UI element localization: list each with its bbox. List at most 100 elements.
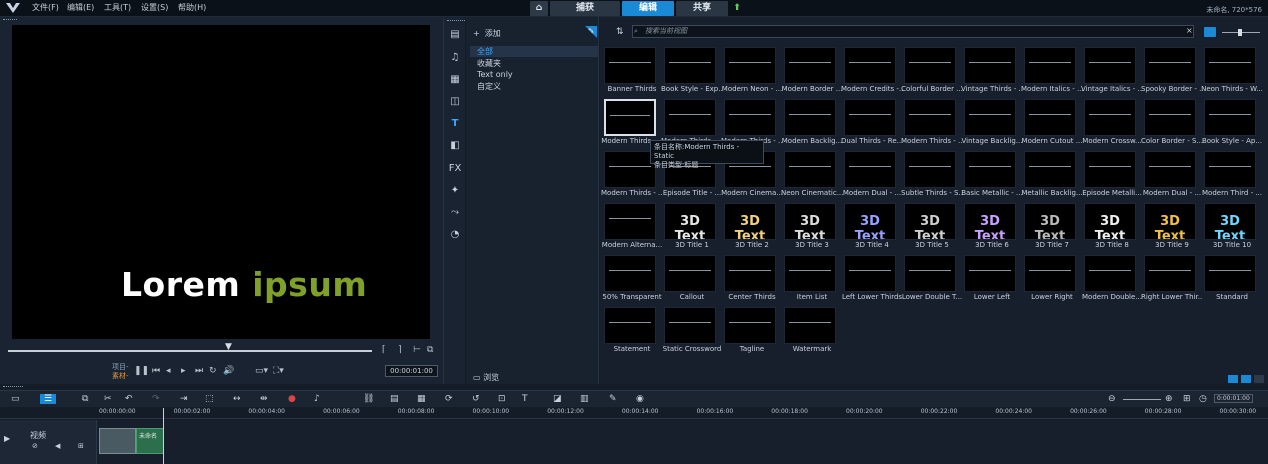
- title-thumbnail[interactable]: Lower Right: [1023, 255, 1079, 301]
- title-thumbnail[interactable]: Vintage Backlig...: [961, 99, 1023, 145]
- title-thumbnail[interactable]: Banner Thirds: [603, 47, 659, 93]
- tools-icon[interactable]: ✂: [104, 394, 112, 404]
- scrubber-handle[interactable]: ▼: [225, 343, 233, 352]
- title-thumbnail[interactable]: Modern Dual - ...: [1143, 151, 1201, 197]
- thumbnail-size-handle[interactable]: [1238, 29, 1242, 36]
- fit-timeline-icon[interactable]: ⊞: [1183, 394, 1191, 404]
- menu-tools[interactable]: 工具(T): [104, 2, 131, 13]
- title-thumbnail[interactable]: Right Lower Thir...: [1141, 255, 1203, 301]
- title-thumbnail[interactable]: 3D Text 3D Title 1: [663, 203, 719, 249]
- text-tool-icon[interactable]: T: [522, 394, 528, 404]
- zoom-in-icon[interactable]: ⊕: [1165, 394, 1173, 404]
- paint-icon[interactable]: ✎: [609, 394, 617, 404]
- panel-grip[interactable]: [3, 386, 23, 389]
- skip-end-icon[interactable]: ⏭: [195, 366, 203, 376]
- panel-grip[interactable]: [3, 19, 17, 22]
- category-item[interactable]: 自定义: [470, 81, 598, 92]
- tab-share[interactable]: 共享: [676, 1, 728, 16]
- title-thumbnail[interactable]: Episode Metalli...: [1082, 151, 1142, 197]
- undo-icon[interactable]: ↶: [125, 394, 133, 404]
- title-thumbnail[interactable]: Spooky Border - ...: [1141, 47, 1203, 93]
- category-item[interactable]: 收藏夹: [470, 58, 598, 69]
- title-thumbnail[interactable]: Center Thirds: [723, 255, 779, 301]
- motion-icon[interactable]: ⟳: [445, 394, 453, 404]
- audio-mixer-icon[interactable]: ♪: [314, 394, 320, 404]
- mute-icon[interactable]: ◀: [55, 442, 60, 450]
- mask-icon[interactable]: ◪: [553, 394, 562, 404]
- project-duration[interactable]: 0:00:01:00: [1214, 394, 1253, 403]
- title-thumbnail[interactable]: Neon Thirds - W...: [1201, 47, 1263, 93]
- zoom-out-icon[interactable]: ⊖: [1108, 394, 1116, 404]
- title-thumbnail[interactable]: Callout: [663, 255, 719, 301]
- title-thumbnail[interactable]: Left Lower Thirds: [842, 255, 902, 301]
- title-thumbnail[interactable]: Static Crossword: [663, 307, 721, 353]
- panel-grip[interactable]: [447, 20, 465, 23]
- title-thumbnail[interactable]: Modern Cutout ...: [1022, 99, 1082, 145]
- clear-search-icon[interactable]: ×: [1186, 26, 1193, 35]
- sort-icon[interactable]: ⇅: [616, 27, 624, 37]
- color-icon[interactable]: ▥: [580, 394, 589, 404]
- home-button[interactable]: ⌂: [530, 1, 548, 16]
- title-thumbnail[interactable]: Modern Credits -...: [841, 47, 903, 93]
- speed-icon[interactable]: ◔: [448, 228, 462, 242]
- audio-icon[interactable]: ♫: [448, 51, 462, 65]
- video-clip[interactable]: 未命名: [136, 428, 164, 454]
- tab-edit[interactable]: 编辑: [622, 1, 674, 16]
- title-thumbnail[interactable]: 3D Text 3D Title 4: [843, 203, 899, 249]
- title-thumbnail[interactable]: Modern Third - ...: [1202, 151, 1262, 197]
- video-track[interactable]: [97, 420, 1268, 464]
- volume-icon[interactable]: 🔊: [223, 366, 234, 376]
- title-thumbnail[interactable]: Vintage Italics - ...: [1081, 47, 1143, 93]
- menu-help[interactable]: 帮助(H): [178, 2, 206, 13]
- title-thumbnail[interactable]: Modern Alterna...: [602, 203, 662, 249]
- title-thumbnail[interactable]: Modern Backlig...: [782, 99, 842, 145]
- title-thumbnail[interactable]: Modern Thirds - ...: [661, 99, 723, 145]
- fx-filter-icon[interactable]: FX: [448, 162, 462, 176]
- ripple-icon[interactable]: ↔: [233, 394, 241, 404]
- title-thumbnail[interactable]: Book Style - Ap...: [1202, 99, 1262, 145]
- title-thumbnail[interactable]: Basic Metallic - ...: [961, 151, 1023, 197]
- title-thumbnail[interactable]: Modern Double...: [1082, 255, 1142, 301]
- title-thumbnail[interactable]: Standard: [1203, 255, 1259, 301]
- hd-preview-icon[interactable]: ▭▾: [255, 366, 268, 376]
- title-thumbnail[interactable]: Modern Thirds -...: [601, 99, 663, 145]
- title-thumbnail[interactable]: Lower Double T...: [902, 255, 962, 301]
- title-thumbnail[interactable]: Colorful Border ...: [901, 47, 963, 93]
- title-thumbnail[interactable]: Modern Thirds - ...: [901, 99, 963, 145]
- title-thumbnail[interactable]: 3D Text 3D Title 9: [1143, 203, 1199, 249]
- redo-icon[interactable]: ↷: [152, 394, 160, 404]
- split-icon[interactable]: ⊢: [413, 345, 421, 355]
- title-thumbnail[interactable]: Neon Cinematic...: [781, 151, 843, 197]
- title-thumbnail[interactable]: Vintage Thirds - ...: [961, 47, 1023, 93]
- transform-icon[interactable]: ⇹: [260, 394, 268, 404]
- pin-icon[interactable]: ✎: [585, 26, 597, 38]
- video-clip-thumbnail[interactable]: [99, 428, 136, 454]
- add-category-button[interactable]: + 添加: [473, 28, 501, 39]
- link-icon[interactable]: ⊘: [32, 442, 38, 450]
- crop-icon[interactable]: ⬚: [205, 394, 214, 404]
- browse-button[interactable]: ▭ 浏览: [473, 372, 499, 383]
- repeat-icon[interactable]: ↻: [209, 366, 217, 376]
- clip-mode-label[interactable]: 素材-: [112, 371, 129, 381]
- title-thumbnail[interactable]: Modern Dual - ...: [843, 151, 901, 197]
- mark-in-icon[interactable]: ⌈: [382, 345, 386, 355]
- chain-icon[interactable]: ⛓: [363, 394, 374, 404]
- tracking-icon[interactable]: ✦: [448, 184, 462, 198]
- title-thumbnail[interactable]: Lower Left: [963, 255, 1019, 301]
- timecode-display[interactable]: 00:00:01:00: [385, 365, 438, 377]
- graphic-icon[interactable]: ◧: [448, 139, 462, 153]
- fit-icon[interactable]: ⊡: [498, 394, 506, 404]
- title-thumbnail[interactable]: Statement: [603, 307, 659, 353]
- instant-project-icon[interactable]: ▦: [448, 73, 462, 87]
- title-thumbnail[interactable]: Book Style - Exp...: [661, 47, 723, 93]
- subtitle-icon[interactable]: ▤: [390, 394, 399, 404]
- pause-icon[interactable]: ❚❚: [134, 366, 149, 376]
- clock-icon[interactable]: ◷: [1199, 394, 1207, 404]
- screen-record-icon[interactable]: ◉: [636, 394, 644, 404]
- skip-start-icon[interactable]: ⏮: [152, 366, 160, 376]
- split-clip-icon[interactable]: ⇥: [180, 394, 188, 404]
- timeline-view-icon[interactable]: ☰: [40, 394, 57, 404]
- upload-arrow-icon[interactable]: ⬆: [730, 1, 744, 16]
- zoom-slider[interactable]: [1123, 399, 1161, 400]
- title-thumbnail[interactable]: Modern Thirds - ...: [721, 99, 783, 145]
